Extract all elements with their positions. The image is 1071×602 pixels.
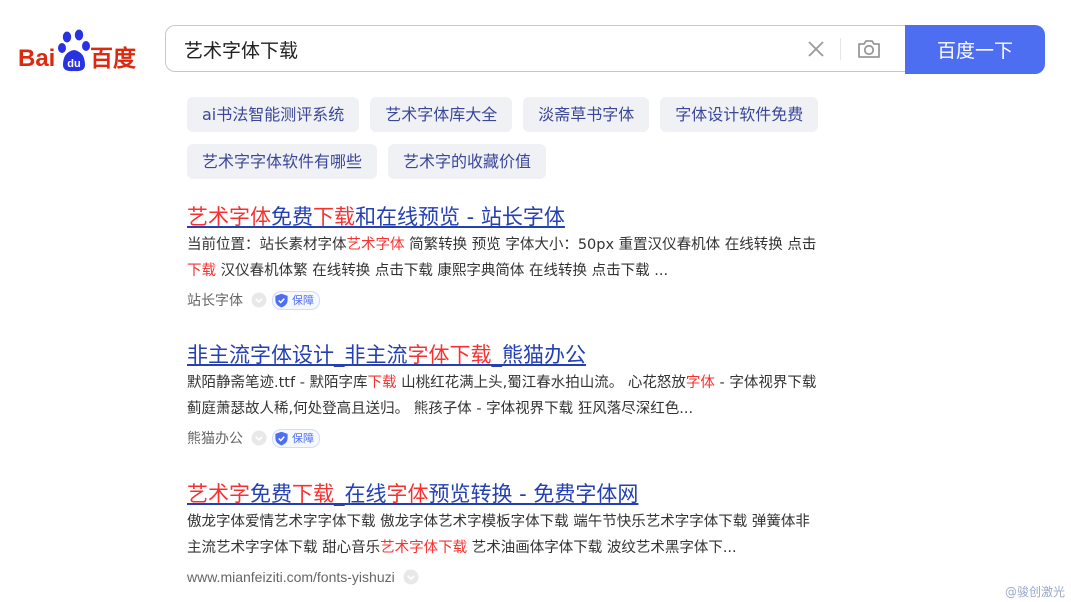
related-tag[interactable]: 艺术字字体软件有哪些 [187, 144, 378, 179]
guarantee-badge[interactable]: 保障 [272, 290, 320, 310]
search-button[interactable]: 百度一下 [905, 25, 1045, 74]
abstract-segment: 汉仪春机体繁 在线转换 点击下载 康熙字典简体 在线转换 点击下载 ... [216, 263, 669, 279]
search-result: 艺术字免费下载_在线字体预览转换 - 免费字体网 傲龙字体爱情艺术字字体下载 傲… [187, 480, 917, 589]
close-icon[interactable] [806, 39, 826, 59]
result-meta: www.mianfeiziti.com/fonts-yishuzi [187, 565, 917, 589]
abstract-segment: 下载 [187, 263, 216, 279]
related-tag[interactable]: 淡斋草书字体 [523, 97, 650, 132]
title-segment: 非主流字体设计_非主流 [187, 343, 408, 367]
search-box [165, 25, 910, 72]
abstract-segment: 蓟庭萧瑟故人稀,何处登高且送归。 熊孩子体 - 字体视界下载 狂风落尽深红色..… [187, 401, 694, 417]
title-segment: 下载 [313, 205, 355, 229]
abstract-segment: - 字体视界下载 [714, 375, 817, 391]
abstract-segment: 艺术油画体字体下载 波纹艺术黑字体下... [467, 540, 737, 556]
abstract-line: 蓟庭萧瑟故人稀,何处登高且送归。 熊孩子体 - 字体视界下载 狂风落尽深红色..… [187, 396, 897, 422]
title-segment: 字体 [386, 482, 429, 506]
title-segment: 下载 [292, 482, 334, 506]
result-title-link[interactable]: 艺术字免费下载_在线字体预览转换 - 免费字体网 [187, 480, 917, 508]
related-searches: ai书法智能测评系统 艺术字体库大全 淡斋草书字体 字体设计软件免费 艺术字字体… [187, 97, 887, 191]
tag-row: ai书法智能测评系统 艺术字体库大全 淡斋草书字体 字体设计软件免费 [187, 97, 887, 132]
title-segment: _熊猫办公 [491, 343, 587, 367]
related-tag[interactable]: 艺术字的收藏价值 [388, 144, 547, 179]
abstract-segment: 字体 [685, 375, 715, 391]
abstract-line: 下载 汉仪春机体繁 在线转换 点击下载 康熙字典简体 在线转换 点击下载 ... [187, 258, 897, 284]
result-meta: 熊猫办公 保障 [187, 426, 917, 450]
abstract-segment: 山桃红花满上头,蜀江春水拍山流。 心花怒放 [396, 375, 686, 391]
badge-label: 保障 [292, 294, 314, 307]
title-segment: 字体下载 [407, 343, 492, 367]
title-segment: 和在线预览 - 站长字体 [355, 205, 565, 229]
chevron-down-icon[interactable] [251, 292, 267, 308]
shield-check-icon [275, 293, 288, 308]
abstract-line: 当前位置：站长素材字体艺术字体 简繁转换 预览 字体大小：50px 重置汉仪春机… [187, 232, 897, 258]
abstract-segment: 主流艺术字字体下载 甜心音乐 [187, 540, 381, 556]
camera-icon[interactable] [856, 37, 882, 61]
watermark: @骏创激光 [1004, 585, 1065, 599]
guarantee-badge[interactable]: 保障 [272, 428, 320, 448]
abstract-line: 默陌静斋笔迹.ttf - 默陌字库下载 山桃红花满上头,蜀江春水拍山流。 心花怒… [187, 370, 897, 396]
abstract-line: 傲龙字体爱情艺术字字体下载 傲龙字体艺术字模板字体下载 端午节快乐艺术字字体下载… [187, 509, 897, 535]
chevron-down-icon[interactable] [403, 569, 419, 585]
result-source[interactable]: 站长字体 [187, 290, 243, 310]
title-segment: 免费 [250, 482, 292, 506]
baidu-logo[interactable]: Bai du 百度 [18, 28, 148, 72]
shield-check-icon [275, 431, 288, 446]
related-tag[interactable]: ai书法智能测评系统 [187, 97, 360, 132]
abstract-segment: 下载 [367, 375, 397, 391]
tag-row: 艺术字字体软件有哪些 艺术字的收藏价值 [187, 144, 887, 179]
abstract-segment: 当前位置：站长素材字体 [187, 237, 347, 253]
result-abstract: 默陌静斋笔迹.ttf - 默陌字库下载 山桃红花满上头,蜀江春水拍山流。 心花怒… [187, 370, 897, 422]
result-url[interactable]: www.mianfeiziti.com/fonts-yishuzi [187, 569, 395, 585]
result-abstract: 当前位置：站长素材字体艺术字体 简繁转换 预览 字体大小：50px 重置汉仪春机… [187, 232, 897, 284]
abstract-segment: 艺术字体下载 [380, 540, 468, 556]
result-source[interactable]: 熊猫办公 [187, 428, 243, 448]
logo-text-paw: du [67, 58, 80, 70]
title-segment: 预览转换 - 免费字体网 [428, 482, 639, 506]
search-result: 非主流字体设计_非主流字体下载_熊猫办公 默陌静斋笔迹.ttf - 默陌字库下载… [187, 341, 917, 450]
chevron-down-icon[interactable] [251, 430, 267, 446]
related-tag[interactable]: 字体设计软件免费 [660, 97, 819, 132]
search-input[interactable] [184, 34, 784, 64]
related-tag[interactable]: 艺术字体库大全 [370, 97, 513, 132]
abstract-line: 主流艺术字字体下载 甜心音乐艺术字体下载 艺术油画体字体下载 波纹艺术黑字体下.… [187, 535, 897, 561]
result-meta: 站长字体 保障 [187, 288, 917, 312]
result-abstract: 傲龙字体爱情艺术字字体下载 傲龙字体艺术字模板字体下载 端午节快乐艺术字字体下载… [187, 509, 897, 561]
title-segment: 艺术字 [187, 482, 250, 506]
abstract-segment: 傲龙字体爱情艺术字字体下载 傲龙字体艺术字模板字体下载 端午节快乐艺术字字体下载… [187, 514, 810, 530]
search-result: 艺术字体免费下载和在线预览 - 站长字体 当前位置：站长素材字体艺术字体 简繁转… [187, 203, 917, 312]
abstract-segment: 默陌静斋笔迹.ttf - 默陌字库 [187, 375, 368, 391]
badge-label: 保障 [292, 432, 314, 445]
abstract-segment: 艺术字体 [346, 237, 405, 253]
abstract-segment: 简繁转换 预览 字体大小：50px 重置汉仪春机体 在线转换 点击 [404, 237, 817, 253]
title-segment: _在线 [334, 482, 387, 506]
title-segment: 艺术字体 [187, 205, 271, 229]
result-title-link[interactable]: 艺术字体免费下载和在线预览 - 站长字体 [187, 203, 917, 231]
result-title-link[interactable]: 非主流字体设计_非主流字体下载_熊猫办公 [187, 341, 917, 369]
logo-text-right: 百度 [90, 45, 137, 72]
icon-divider [840, 38, 841, 60]
title-segment: 免费 [271, 205, 313, 229]
logo-text-left: Bai [18, 45, 55, 72]
